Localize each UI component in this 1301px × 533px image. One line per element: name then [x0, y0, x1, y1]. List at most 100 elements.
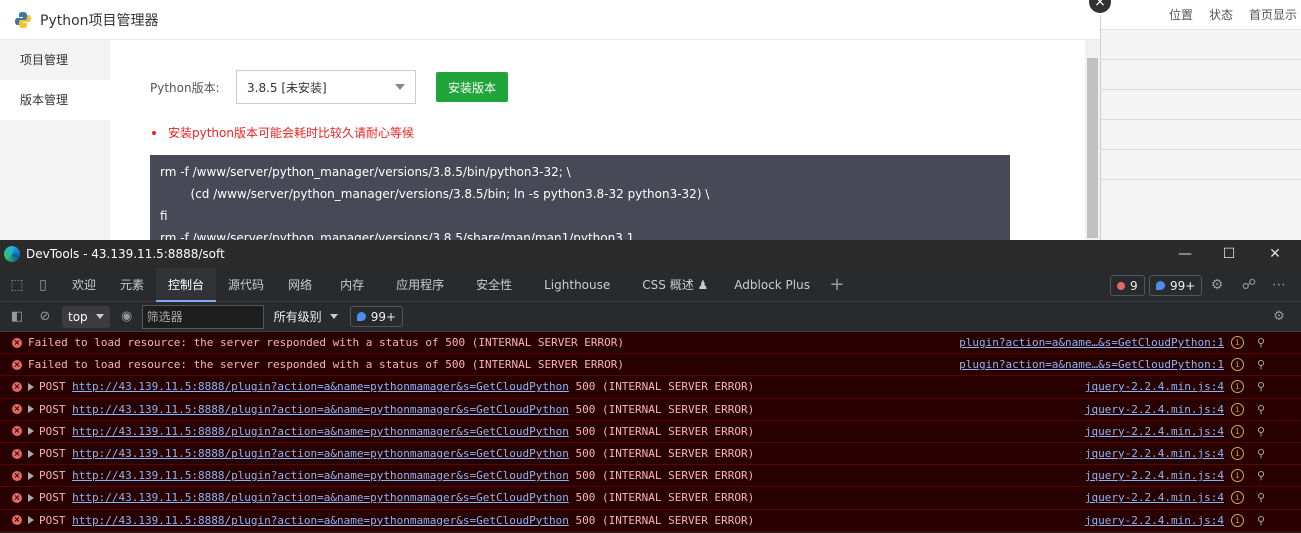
- background-topbar: 位置 状态 首页显示: [1100, 0, 1301, 30]
- sidebar-item-version-management[interactable]: 版本管理: [0, 80, 110, 120]
- source-link[interactable]: jquery-2.2.4.min.js:4: [1085, 469, 1224, 482]
- ai-explain-icon[interactable]: i: [1231, 447, 1244, 461]
- ai-explain-icon[interactable]: i: [1231, 469, 1244, 483]
- search-icon[interactable]: ⚲: [1257, 336, 1265, 349]
- search-icon[interactable]: ⚲: [1257, 380, 1265, 393]
- topbar-item-position[interactable]: 位置: [1169, 6, 1193, 23]
- sidebar-item-project-management[interactable]: 项目管理: [0, 40, 110, 80]
- source-link[interactable]: jquery-2.2.4.min.js:4: [1085, 380, 1224, 393]
- tab-elements[interactable]: 元素: [108, 268, 156, 302]
- search-icon[interactable]: ⚲: [1257, 469, 1265, 482]
- ai-explain-icon[interactable]: i: [1231, 380, 1244, 394]
- minimize-button[interactable]: —: [1165, 240, 1205, 268]
- expand-triangle-icon[interactable]: [28, 427, 34, 436]
- tab-sources[interactable]: 源代码: [216, 268, 276, 302]
- tab-css-overview[interactable]: CSS 概述 ♟: [626, 268, 724, 302]
- console-settings-gear-icon[interactable]: ⚙: [1268, 306, 1290, 328]
- issues-count-badge[interactable]: 99+: [349, 306, 404, 327]
- tab-security[interactable]: 安全性: [460, 268, 528, 302]
- search-icon[interactable]: ⚲: [1257, 425, 1265, 438]
- dialog-scrollbar[interactable]: [1085, 40, 1100, 240]
- log-level-select[interactable]: 所有级别: [274, 308, 338, 325]
- feedback-icon[interactable]: ☍: [1232, 268, 1266, 302]
- source-link[interactable]: jquery-2.2.4.min.js:4: [1085, 447, 1224, 460]
- tab-welcome[interactable]: 欢迎: [60, 268, 108, 302]
- source-link[interactable]: plugin?action=a&name…&s=GetCloudPython:1: [959, 358, 1224, 371]
- request-url-link[interactable]: http://43.139.11.5:8888/plugin?action=a&…: [72, 380, 569, 393]
- request-url-link[interactable]: http://43.139.11.5:8888/plugin?action=a&…: [72, 403, 569, 416]
- dialog-titlebar: Python项目管理器: [0, 0, 1100, 40]
- ai-explain-icon[interactable]: i: [1231, 491, 1244, 505]
- search-icon[interactable]: ⚲: [1257, 358, 1265, 371]
- request-url-link[interactable]: http://43.139.11.5:8888/plugin?action=a&…: [72, 447, 569, 460]
- console-error-row[interactable]: × Failed to load resource: the server res…: [0, 354, 1301, 377]
- console-error-row[interactable]: × POST http://43.139.11.5:8888/plugin?act…: [0, 420, 1301, 443]
- close-window-button[interactable]: ✕: [1255, 240, 1295, 268]
- source-link[interactable]: plugin?action=a&name…&s=GetCloudPython:1: [959, 336, 1224, 349]
- device-emulation-icon[interactable]: ▯: [26, 268, 60, 302]
- source-link[interactable]: jquery-2.2.4.min.js:4: [1085, 403, 1224, 416]
- dialog-title: Python项目管理器: [40, 12, 159, 29]
- console-error-row[interactable]: × POST http://43.139.11.5:8888/plugin?act…: [0, 465, 1301, 488]
- python-manager-dialog: Python项目管理器 项目管理 版本管理 Python版本: 3.8.5 [未…: [0, 0, 1101, 240]
- context-select[interactable]: top: [62, 305, 110, 328]
- more-options-icon[interactable]: ⋯: [1262, 268, 1296, 302]
- maximize-button[interactable]: ☐: [1209, 240, 1249, 268]
- error-message: Failed to load resource: the server resp…: [28, 336, 625, 350]
- chevron-down-icon: [329, 314, 338, 319]
- search-icon[interactable]: ⚲: [1257, 491, 1265, 504]
- request-method: POST: [39, 380, 66, 394]
- edge-browser-icon: [4, 246, 20, 262]
- console-error-row[interactable]: × POST http://43.139.11.5:8888/plugin?act…: [0, 509, 1301, 532]
- console-error-row[interactable]: × POST http://43.139.11.5:8888/plugin?act…: [0, 398, 1301, 421]
- tab-console[interactable]: 控制台: [156, 267, 217, 302]
- source-link[interactable]: jquery-2.2.4.min.js:4: [1085, 514, 1224, 527]
- filter-input[interactable]: 筛选器: [141, 304, 264, 329]
- topbar-item-status[interactable]: 状态: [1209, 6, 1233, 23]
- tab-lighthouse[interactable]: Lighthouse: [528, 268, 626, 302]
- expand-triangle-icon[interactable]: [28, 382, 34, 391]
- expand-triangle-icon[interactable]: [28, 449, 34, 458]
- live-expression-eye-icon[interactable]: ◉: [116, 306, 138, 328]
- python-version-select[interactable]: 3.8.5 [未安装]: [236, 70, 416, 104]
- request-url-link[interactable]: http://43.139.11.5:8888/plugin?action=a&…: [72, 469, 569, 482]
- install-version-button[interactable]: 安装版本: [436, 72, 509, 102]
- tab-application[interactable]: 应用程序: [380, 268, 460, 302]
- tab-memory[interactable]: 内存: [324, 268, 380, 302]
- expand-triangle-icon[interactable]: [28, 493, 34, 502]
- clear-console-icon[interactable]: ⊘: [34, 306, 56, 328]
- source-link[interactable]: jquery-2.2.4.min.js:4: [1085, 425, 1224, 438]
- console-error-row[interactable]: × POST http://43.139.11.5:8888/plugin?act…: [0, 376, 1301, 399]
- tab-adblock-plus[interactable]: Adblock Plus: [724, 268, 820, 302]
- request-url-link[interactable]: http://43.139.11.5:8888/plugin?action=a&…: [72, 514, 569, 527]
- ai-explain-icon[interactable]: i: [1231, 424, 1244, 438]
- ai-explain-icon[interactable]: i: [1231, 358, 1244, 372]
- console-error-row[interactable]: × Failed to load resource: the server res…: [0, 332, 1301, 355]
- ai-explain-icon[interactable]: i: [1231, 513, 1244, 527]
- console-error-row[interactable]: × POST http://43.139.11.5:8888/plugin?act…: [0, 487, 1301, 510]
- ai-explain-icon[interactable]: i: [1231, 402, 1244, 416]
- message-count-badge[interactable]: 99+: [1149, 275, 1203, 296]
- gear-icon[interactable]: ⚙: [1200, 268, 1234, 302]
- expand-triangle-icon[interactable]: [28, 405, 34, 414]
- expand-triangle-icon[interactable]: [28, 516, 34, 525]
- console-error-row[interactable]: × POST http://43.139.11.5:8888/plugin?act…: [0, 442, 1301, 466]
- search-icon[interactable]: ⚲: [1257, 514, 1265, 527]
- request-url-link[interactable]: http://43.139.11.5:8888/plugin?action=a&…: [72, 425, 569, 438]
- error-count-badge[interactable]: 9: [1110, 275, 1145, 296]
- expand-triangle-icon[interactable]: [28, 471, 34, 480]
- scrollbar-thumb[interactable]: [1087, 58, 1098, 238]
- tab-network[interactable]: 网络: [276, 268, 324, 302]
- request-url-link[interactable]: http://43.139.11.5:8888/plugin?action=a&…: [72, 491, 569, 504]
- filter-placeholder: 筛选器: [146, 310, 183, 324]
- sidebar-toggle-icon[interactable]: ◧: [6, 306, 28, 328]
- search-icon[interactable]: ⚲: [1257, 447, 1265, 460]
- topbar-item-homepage[interactable]: 首页显示: [1249, 6, 1297, 23]
- add-tab-icon[interactable]: +: [820, 268, 854, 302]
- source-link[interactable]: jquery-2.2.4.min.js:4: [1085, 491, 1224, 504]
- search-icon[interactable]: ⚲: [1257, 403, 1265, 416]
- ai-explain-icon[interactable]: i: [1231, 336, 1244, 350]
- minimize-icon: —: [1178, 246, 1192, 262]
- request-status: 500 (INTERNAL SERVER ERROR): [575, 513, 755, 527]
- error-icon: ×: [12, 337, 22, 348]
